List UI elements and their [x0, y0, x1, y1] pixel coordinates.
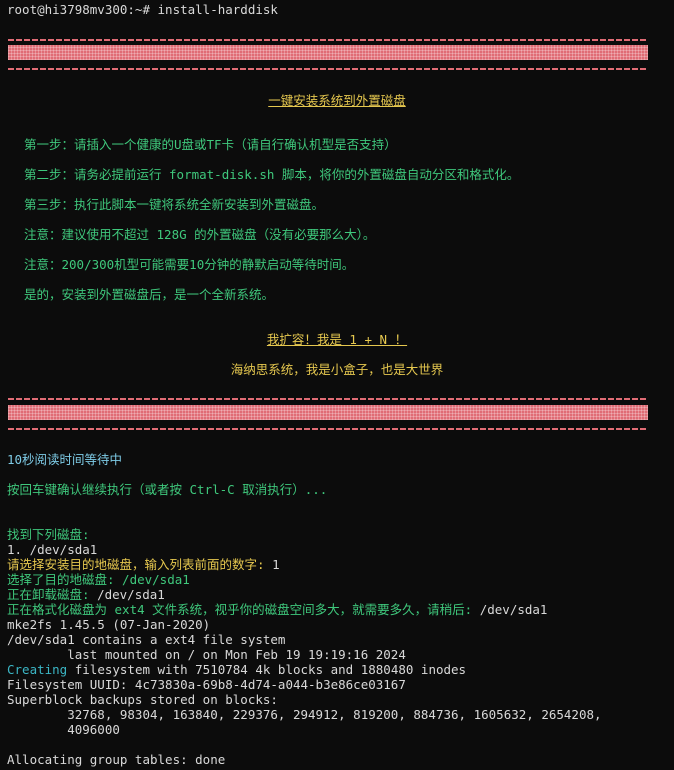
banner-slogan: 我扩容！我是 1 + N ！: [266, 332, 408, 347]
confirm-text: 按回车键确认继续执行（或者按 Ctrl-C 取消执行）...: [7, 482, 328, 497]
unmount-label: 正在卸载磁盘:: [7, 587, 98, 602]
step-line: 第一步：请插入一个健康的U盘或TF卡（请自行确认机型是否支持）: [24, 137, 397, 152]
banner-top-rule-2: [8, 68, 648, 70]
choose-disk-prompt: 请选择安装目的地磁盘，输入列表前面的数字:: [7, 557, 273, 572]
allocating-line: Allocating group tables: done: [7, 752, 226, 767]
command-prompt: root@hi3798mv300:~# install-harddisk: [7, 2, 278, 17]
banner-bottom-rule-2: [8, 428, 648, 430]
format-value: /dev/sda1: [479, 602, 548, 617]
banner-top-band: [8, 45, 648, 60]
banner-title: 一键安装系统到外置磁盘: [268, 93, 406, 108]
step-line: 第二步：请务必提前运行 format-disk.sh 脚本，将你的外置磁盘自动分…: [24, 167, 520, 182]
choose-disk-line: 请选择安装目的地磁盘，输入列表前面的数字: 1: [7, 557, 280, 572]
format-label: 正在格式化磁盘为 ext4 文件系统，视乎你的磁盘空间多大，就需要多久，请稍后:: [7, 602, 480, 617]
countdown-text: 10秒阅读时间等待中: [7, 452, 123, 467]
disk-list-item: 1. /dev/sda1: [7, 542, 98, 557]
contains-line: /dev/sda1 contains a ext4 file system: [7, 632, 286, 647]
creating-detail: filesystem with 7510784 4k blocks and 18…: [67, 662, 467, 677]
banner-bottom-rule: [8, 398, 648, 400]
unmount-value: /dev/sda1: [97, 587, 165, 602]
note-line: 注意：建议使用不超过 128G 的外置磁盘（没有必要那么大）。: [24, 227, 376, 242]
uuid-line: Filesystem UUID: 4c73830a-69b8-4d74-a044…: [7, 677, 406, 692]
creating-line: Creating filesystem with 7510784 4k bloc…: [7, 662, 466, 677]
superblock-line: Superblock backups stored on blocks:: [7, 692, 278, 707]
selected-disk-line: 选择了目的地磁盘: /dev/sda1: [7, 572, 190, 587]
found-disks-label: 找到下列磁盘:: [7, 527, 90, 542]
format-line: 正在格式化磁盘为 ext4 文件系统，视乎你的磁盘空间多大，就需要多久，请稍后:…: [7, 602, 547, 617]
choose-disk-input: 1: [272, 557, 280, 572]
note-line: 注意：200/300机型可能需要10分钟的静默启动等待时间。: [24, 257, 355, 272]
note-line: 是的，安装到外置磁盘后，是一个全新系统。: [24, 287, 275, 302]
blocks-line: 32768, 98304, 163840, 229376, 294912, 81…: [7, 707, 602, 722]
banner-bottom-band: [8, 405, 648, 420]
terminal-window[interactable]: root@hi3798mv300:~# install-harddisk 一键安…: [0, 0, 674, 770]
banner-top-rule: [8, 39, 648, 41]
step-line: 第三步：执行此脚本一键将系统全新安装到外置磁盘。: [24, 197, 325, 212]
blocks-line: 4096000: [7, 722, 120, 737]
banner-tagline: 海纳思系统，我是小盒子，也是大世界: [230, 362, 444, 377]
creating-keyword: Creating: [7, 662, 68, 677]
last-mounted-line: last mounted on / on Mon Feb 19 19:19:16…: [7, 647, 406, 662]
unmount-line: 正在卸载磁盘: /dev/sda1: [7, 587, 165, 602]
mke2fs-version: mke2fs 1.45.5 (07-Jan-2020): [7, 617, 211, 632]
